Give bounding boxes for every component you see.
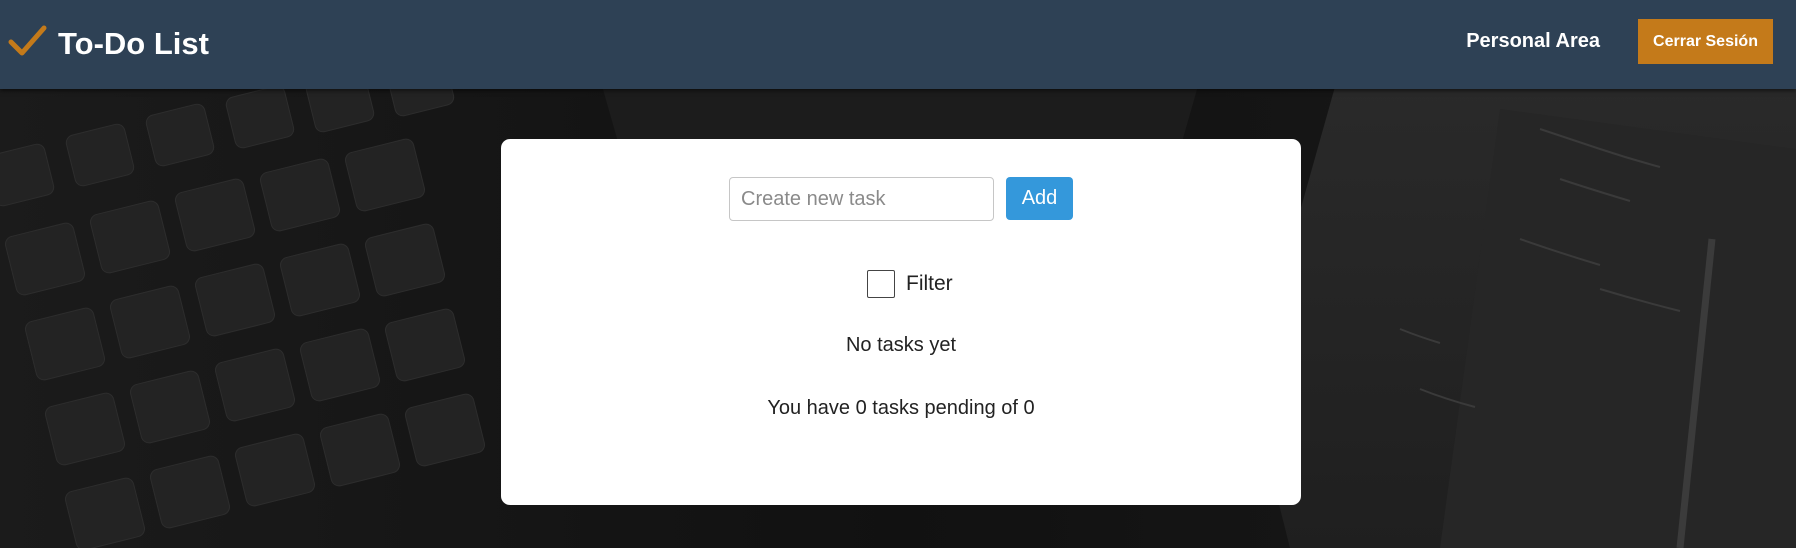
personal-area-link[interactable]: Personal Area: [1440, 28, 1600, 54]
new-task-input[interactable]: [729, 177, 994, 221]
top-navbar: To-Do List Personal Area Cerrar Sesión: [0, 0, 1796, 89]
pending-summary: You have 0 tasks pending of 0: [767, 397, 1035, 419]
logout-button[interactable]: Cerrar Sesión: [1638, 19, 1773, 64]
checkmark-icon: [8, 25, 47, 56]
filter-checkbox[interactable]: [867, 270, 895, 298]
empty-tasks-message: No tasks yet: [845, 334, 957, 356]
app-title: To-Do List: [58, 26, 209, 61]
filter-label[interactable]: Filter: [906, 272, 953, 296]
add-task-button[interactable]: Add: [1006, 177, 1073, 220]
todo-card: Add Filter No tasks yet You have 0 tasks…: [501, 139, 1301, 505]
